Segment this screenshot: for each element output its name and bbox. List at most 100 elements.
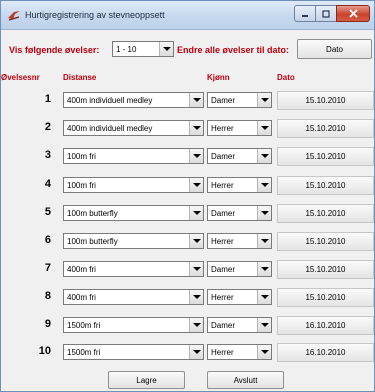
date-field[interactable]: 15.10.2010 [277, 119, 374, 138]
distance-value: 1500m fri [67, 348, 101, 357]
close-icon [348, 9, 358, 18]
date-field[interactable]: 15.10.2010 [277, 176, 374, 195]
gender-select[interactable]: Damer [207, 92, 272, 108]
chevron-down-icon [189, 262, 203, 276]
date-field[interactable]: 15.10.2010 [277, 232, 374, 251]
gender-select[interactable]: Herrer [207, 233, 272, 249]
distance-value: 400m fri [67, 293, 96, 302]
chevron-down-icon [189, 121, 203, 135]
chevron-down-icon [257, 262, 271, 276]
gender-value: Damer [211, 265, 236, 274]
distance-select[interactable]: 400m individuell medley [63, 92, 204, 108]
title-bar: Hurtigregistrering av stevneoppsett [1, 1, 374, 30]
distance-value: 400m individuell medley [67, 96, 153, 105]
distance-select[interactable]: 1500m fri [63, 317, 204, 333]
date-field[interactable]: 16.10.2010 [277, 343, 374, 362]
maximize-icon [322, 9, 330, 18]
gender-select[interactable]: Herrer [207, 289, 272, 305]
gender-value: Herrer [211, 237, 234, 246]
close-button[interactable] [336, 5, 370, 22]
window-title: Hurtigregistrering av stevneoppsett [25, 10, 165, 20]
chevron-down-icon [189, 93, 203, 107]
table-row: 8 400m fri Herrer 15.10.2010 [1, 286, 374, 308]
maximize-button[interactable] [315, 5, 337, 22]
distance-value: 400m fri [67, 265, 96, 274]
distance-value: 400m individuell medley [67, 124, 153, 133]
header-date: Dato [277, 73, 295, 82]
gender-value: Herrer [211, 181, 234, 190]
gender-value: Herrer [211, 124, 234, 133]
chevron-down-icon [257, 345, 271, 359]
chevron-down-icon [189, 206, 203, 220]
gender-value: Damer [211, 209, 236, 218]
window: Hurtigregistrering av stevneoppsett Vis … [0, 0, 375, 392]
event-number: 8 [44, 290, 51, 302]
distance-value: 100m butterfly [67, 209, 118, 218]
table-row: 1 400m individuell medley Damer 15.10.20… [1, 89, 374, 111]
gender-select[interactable]: Damer [207, 261, 272, 277]
gender-value: Damer [211, 96, 236, 105]
gender-select[interactable]: Herrer [207, 344, 272, 360]
gender-select[interactable]: Damer [207, 317, 272, 333]
event-number: 3 [44, 149, 51, 161]
chevron-down-icon [257, 149, 271, 163]
date-field[interactable]: 15.10.2010 [277, 204, 374, 223]
chevron-down-icon [189, 318, 203, 332]
date-field[interactable]: 15.10.2010 [277, 288, 374, 307]
table-row: 4 100m fri Herrer 15.10.2010 [1, 174, 374, 196]
distance-select[interactable]: 400m fri [63, 261, 204, 277]
change-all-dates-label: Endre alle øvelser til dato: [177, 45, 290, 55]
chevron-down-icon [189, 290, 203, 304]
distance-select[interactable]: 100m butterfly [63, 233, 204, 249]
table-row: 3 100m fri Damer 15.10.2010 [1, 145, 374, 167]
chevron-down-icon [159, 42, 173, 56]
distance-select[interactable]: 100m fri [63, 177, 204, 193]
header-gender: Kjønn [207, 73, 230, 82]
chevron-down-icon [189, 234, 203, 248]
distance-select[interactable]: 400m individuell medley [63, 120, 204, 136]
event-number: 10 [38, 345, 51, 357]
date-field[interactable]: 16.10.2010 [277, 316, 374, 335]
date-button[interactable]: Dato [297, 39, 372, 59]
gender-select[interactable]: Damer [207, 148, 272, 164]
gender-select[interactable]: Herrer [207, 177, 272, 193]
gender-select[interactable]: Herrer [207, 120, 272, 136]
date-field[interactable]: 15.10.2010 [277, 91, 374, 110]
distance-select[interactable]: 1500m fri [63, 344, 204, 360]
chevron-down-icon [189, 178, 203, 192]
chevron-down-icon [257, 178, 271, 192]
event-number: 6 [44, 234, 51, 246]
swimmer-icon [8, 11, 20, 21]
gender-value: Herrer [211, 348, 234, 357]
gender-value: Damer [211, 152, 236, 161]
date-field[interactable]: 15.10.2010 [277, 147, 374, 166]
header-number: Øvelsesnr [1, 73, 40, 82]
show-events-label: Vis følgende øvelser: [9, 45, 100, 55]
chevron-down-icon [257, 318, 271, 332]
distance-select[interactable]: 400m fri [63, 289, 204, 305]
table-row: 6 100m butterfly Herrer 15.10.2010 [1, 230, 374, 252]
caption-buttons [294, 5, 370, 23]
distance-select[interactable]: 100m butterfly [63, 205, 204, 221]
chevron-down-icon [257, 290, 271, 304]
event-number: 7 [44, 262, 51, 274]
event-range-select[interactable]: 1 - 10 [112, 41, 174, 57]
event-number: 5 [44, 206, 51, 218]
gender-select[interactable]: Damer [207, 205, 272, 221]
event-number: 9 [44, 318, 51, 330]
gender-value: Herrer [211, 293, 234, 302]
minimize-button[interactable] [294, 5, 316, 22]
event-number: 4 [44, 178, 51, 190]
exit-button[interactable]: Avslutt [207, 371, 284, 389]
chevron-down-icon [257, 206, 271, 220]
distance-value: 100m fri [67, 181, 96, 190]
save-button[interactable]: Lagre [108, 371, 185, 389]
distance-select[interactable]: 100m fri [63, 148, 204, 164]
chevron-down-icon [257, 93, 271, 107]
distance-value: 100m butterfly [67, 237, 118, 246]
table-row: 7 400m fri Damer 15.10.2010 [1, 258, 374, 280]
distance-value: 1500m fri [67, 321, 101, 330]
table-row: 5 100m butterfly Damer 15.10.2010 [1, 202, 374, 224]
date-field[interactable]: 15.10.2010 [277, 260, 374, 279]
chevron-down-icon [189, 345, 203, 359]
